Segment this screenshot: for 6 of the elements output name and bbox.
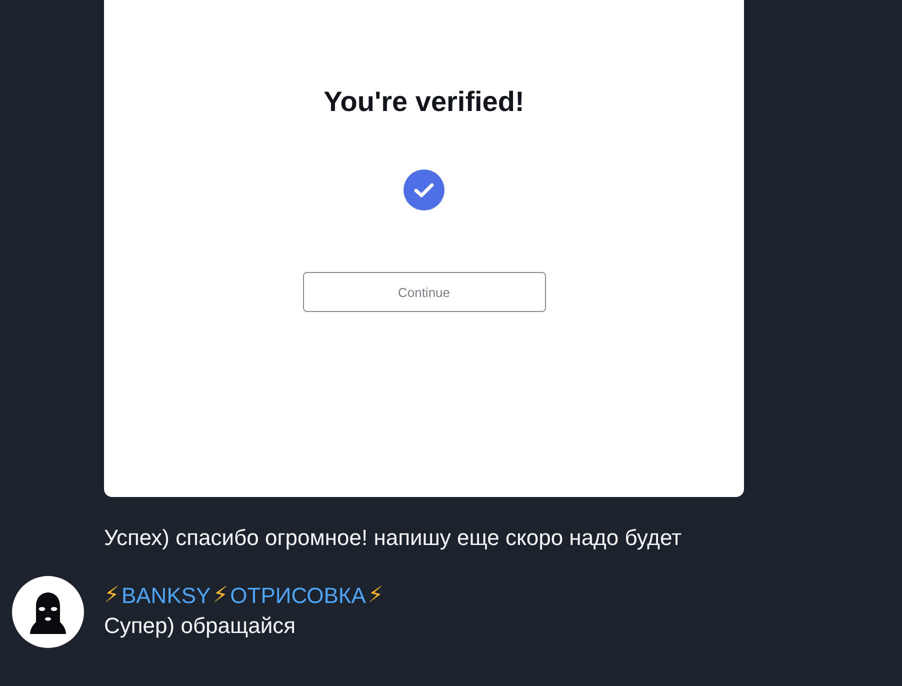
message-text: Супер) обращайся [104,612,297,640]
message-text: Успех) спасибо огромное! напишу еще скоро надо будет [104,524,683,552]
avatar-icon [12,576,84,648]
sender-name[interactable]: ⚡BANKSY⚡ОТРИСОВКА⚡ [104,580,384,612]
screenshot-heading: You're verified! [324,85,524,119]
continue-button[interactable]: Continue [302,272,546,312]
